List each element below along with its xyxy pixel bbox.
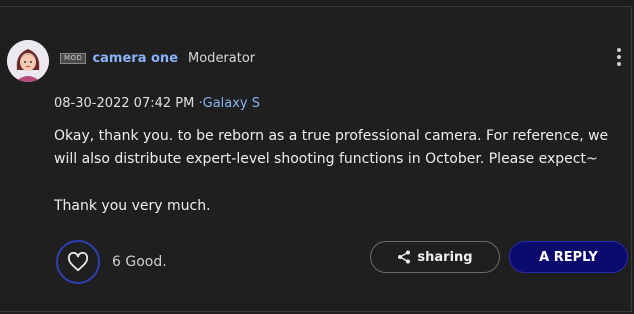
reply-button[interactable]: A REPLY [509, 241, 628, 273]
reply-label: A REPLY [539, 249, 598, 265]
heart-icon [67, 252, 89, 272]
like-button[interactable] [56, 240, 100, 284]
moderator-badge: MOD [60, 53, 87, 64]
post-meta: 08-30-2022 07:42 PM ·Galaxy S [54, 96, 260, 111]
author-role: Moderator [188, 51, 256, 66]
avatar[interactable] [7, 40, 49, 82]
post-date: 08-30-2022 07:42 PM [54, 96, 195, 111]
share-icon [398, 250, 411, 264]
post-card: MOD camera one Moderator 08-30-2022 07:4… [0, 6, 632, 312]
post-body-paragraph: Thank you very much. [54, 198, 211, 214]
share-label: sharing [417, 249, 473, 265]
share-button[interactable]: sharing [370, 241, 500, 273]
post-body-paragraph: Okay, thank you. to be reborn as a true … [54, 128, 609, 167]
like-count: 6 Good. [112, 254, 167, 270]
post-body: Okay, thank you. to be reborn as a true … [54, 125, 624, 218]
device-label[interactable]: Galaxy S [203, 96, 260, 111]
author-name-link[interactable]: camera one [92, 51, 178, 66]
more-options-icon[interactable] [615, 48, 623, 70]
post-header: MOD camera one Moderator [60, 51, 255, 66]
